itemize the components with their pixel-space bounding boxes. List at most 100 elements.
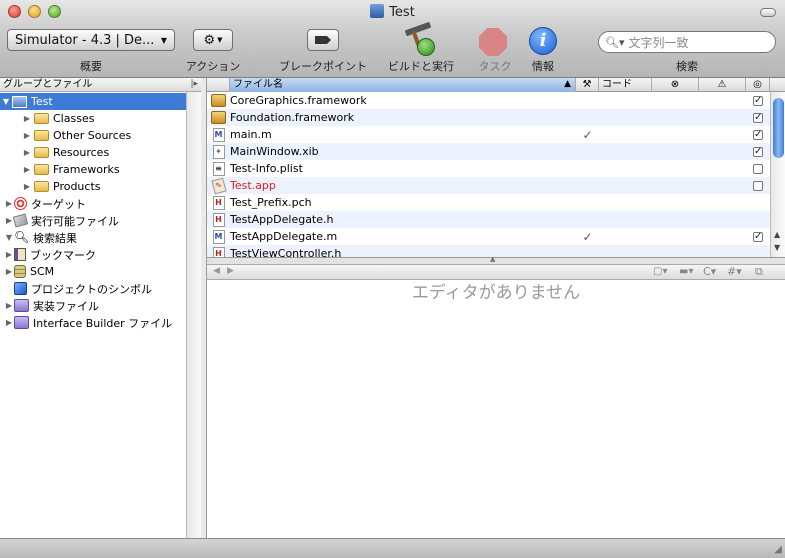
sidebar-item-project-symbols[interactable]: プロジェクトのシンボル [0,280,186,297]
file-row[interactable]: H Test_Prefix.pch [207,194,770,211]
sort-ascending-icon: ▲ [564,79,571,89]
disclosure-collapsed-icon[interactable]: ▶ [4,250,14,259]
disclosure-collapsed-icon[interactable]: ▶ [4,199,14,208]
smart-group-icon [14,299,29,312]
file-list-scrollbar[interactable]: ▲ ▼ [770,92,785,257]
disclosure-expanded-icon[interactable]: ▼ [4,233,14,242]
sidebar-item-search-results[interactable]: ▼ 🔍︎ 検索結果 [0,229,186,246]
split-editor-icon[interactable]: ⧉ [755,265,763,279]
column-header-filename[interactable]: ファイル名 ▲ [230,78,576,92]
file-history-icon[interactable]: ▢▾ [653,266,667,277]
file-row[interactable]: CoreGraphics.framework ✓ [207,92,770,109]
column-header-target[interactable]: ◎ [746,78,770,92]
sidebar-item-test[interactable]: ▼ Test [0,93,186,110]
disclosure-collapsed-icon[interactable]: ▶ [22,131,32,140]
file-row[interactable]: M TestAppDelegate.m ✓ ✓ [207,228,770,245]
tasks-button[interactable] [479,28,507,56]
window-toolbar: Test Simulator - 4.3 | De... ▼ 概要 ⚙ ▼ アクシ… [0,0,785,78]
warning-icon: ⚠ [717,79,727,90]
sidebar-item-implementation-files[interactable]: ▶ 実装ファイル [0,297,186,314]
resize-grip-icon[interactable]: ◢ [774,544,782,555]
tasks-label: タスク [478,60,512,73]
sidebar-item-other-sources[interactable]: ▶ Other Sources [0,127,186,144]
breakpoints-button[interactable] [307,29,339,51]
disclosure-collapsed-icon[interactable]: ▶ [4,301,14,310]
column-header-warnings[interactable]: ⚠ [699,78,746,92]
action-button[interactable]: ⚙ ▼ [193,29,233,51]
file-row[interactable]: M main.m ✓ ✓ [207,126,770,143]
column-header-errors[interactable]: ⊗ [652,78,699,92]
build-checkmark-icon: ✓ [582,229,593,244]
disclosure-collapsed-icon[interactable]: ▶ [22,114,32,123]
folder-icon [34,130,49,141]
file-row[interactable]: ✎ Test.app [207,177,770,194]
sidebar-item-executables[interactable]: ▶ 実行可能ファイル [0,212,186,229]
scheme-popup[interactable]: Simulator - 4.3 | De... ▼ [7,29,175,51]
chevron-down-icon: ▼ [217,36,223,44]
class-popup-icon[interactable]: C▾ [703,265,716,278]
sidebar-scrollbar[interactable] [186,92,201,538]
sidebar-item-interface-builder-files[interactable]: ▶ Interface Builder ファイル [0,314,186,331]
folder-icon [34,164,49,175]
column-header-options[interactable] [770,78,785,92]
column-header-code[interactable]: コード [599,78,652,92]
window-title: Test [0,4,785,20]
column-header-build[interactable]: ⚒ [576,78,599,92]
file-row[interactable]: ✦ MainWindow.xib ✓ [207,143,770,160]
back-arrow-icon[interactable]: ◀ [213,266,220,276]
disclosure-collapsed-icon[interactable]: ▶ [22,182,32,191]
disclosure-collapsed-icon[interactable]: ▶ [4,267,14,276]
search-field[interactable]: 🔍︎▾ 文字列一致 [598,31,776,53]
search-placeholder: 文字列一致 [628,35,689,50]
target-checkbox[interactable]: ✓ [753,146,763,157]
file-row[interactable]: Foundation.framework ✓ [207,109,770,126]
build-run-button[interactable] [403,21,437,56]
bookmarks-popup-icon[interactable]: ▬▾ [679,266,693,277]
groups-and-files-sidebar: グループとファイル |▸ ▼ Test ▶ Classes ▶ Other So… [0,78,201,538]
plist-file-icon: ≡ [212,161,225,176]
scroll-down-arrow-icon[interactable]: ▼ [774,243,780,252]
breakpoint-icon [315,36,331,44]
disclosure-collapsed-icon[interactable]: ▶ [22,165,32,174]
sidebar-item-scm[interactable]: ▶ SCM [0,263,186,280]
scroll-up-arrow-icon[interactable]: ▲ [774,230,780,239]
sidebar-item-frameworks[interactable]: ▶ Frameworks [0,161,186,178]
file-row[interactable]: H TestAppDelegate.h [207,211,770,228]
sidebar-item-bookmarks[interactable]: ▶ ブックマーク [0,246,186,263]
disclosure-collapsed-icon[interactable]: ▶ [22,148,32,157]
file-row[interactable]: H TestViewController.h [207,245,770,257]
forward-arrow-icon[interactable]: ▶ [227,266,234,276]
sidebar-item-resources[interactable]: ▶ Resources [0,144,186,161]
sidebar-item-products[interactable]: ▶ Products [0,178,186,195]
popup-arrow-icon: ▼ [160,35,167,45]
file-row[interactable]: ≡ Test-Info.plist [207,160,770,177]
objc-source-file-icon: M [212,229,225,244]
target-checkbox[interactable] [753,163,763,174]
project-icon [12,95,27,108]
editor-splitter[interactable]: ▲ [207,255,785,265]
target-checkbox[interactable]: ✓ [753,231,763,242]
sidebar-item-classes[interactable]: ▶ Classes [0,110,186,127]
sidebar-item-targets[interactable]: ▶ ターゲット [0,195,186,212]
build-checkmark-icon: ✓ [582,127,593,142]
info-icon: i [539,30,547,51]
action-label: アクション [185,60,241,73]
target-checkbox[interactable] [753,180,763,191]
include-popup-icon[interactable]: #▾ [727,265,742,278]
sidebar-header: グループとファイル |▸ [0,78,201,92]
target-checkbox[interactable]: ✓ [753,95,763,106]
column-header-type[interactable] [207,78,230,92]
objc-source-file-icon: M [212,127,225,142]
smart-group-icon [14,316,29,329]
disclosure-collapsed-icon[interactable]: ▶ [4,318,14,327]
disclosure-expanded-icon[interactable]: ▼ [0,97,12,106]
sidebar-tree: ▼ Test ▶ Classes ▶ Other Sources ▶ Resou… [0,93,186,331]
target-checkbox[interactable]: ✓ [753,129,763,140]
project-icon [370,4,385,18]
toolbar-toggle-button[interactable] [760,8,776,17]
target-checkbox[interactable]: ✓ [753,112,763,123]
info-button[interactable]: i [529,27,557,55]
header-file-icon: H [212,212,225,227]
sidebar-collapse-icon[interactable]: |▸ [190,78,198,91]
scroll-thumb[interactable] [773,98,784,158]
